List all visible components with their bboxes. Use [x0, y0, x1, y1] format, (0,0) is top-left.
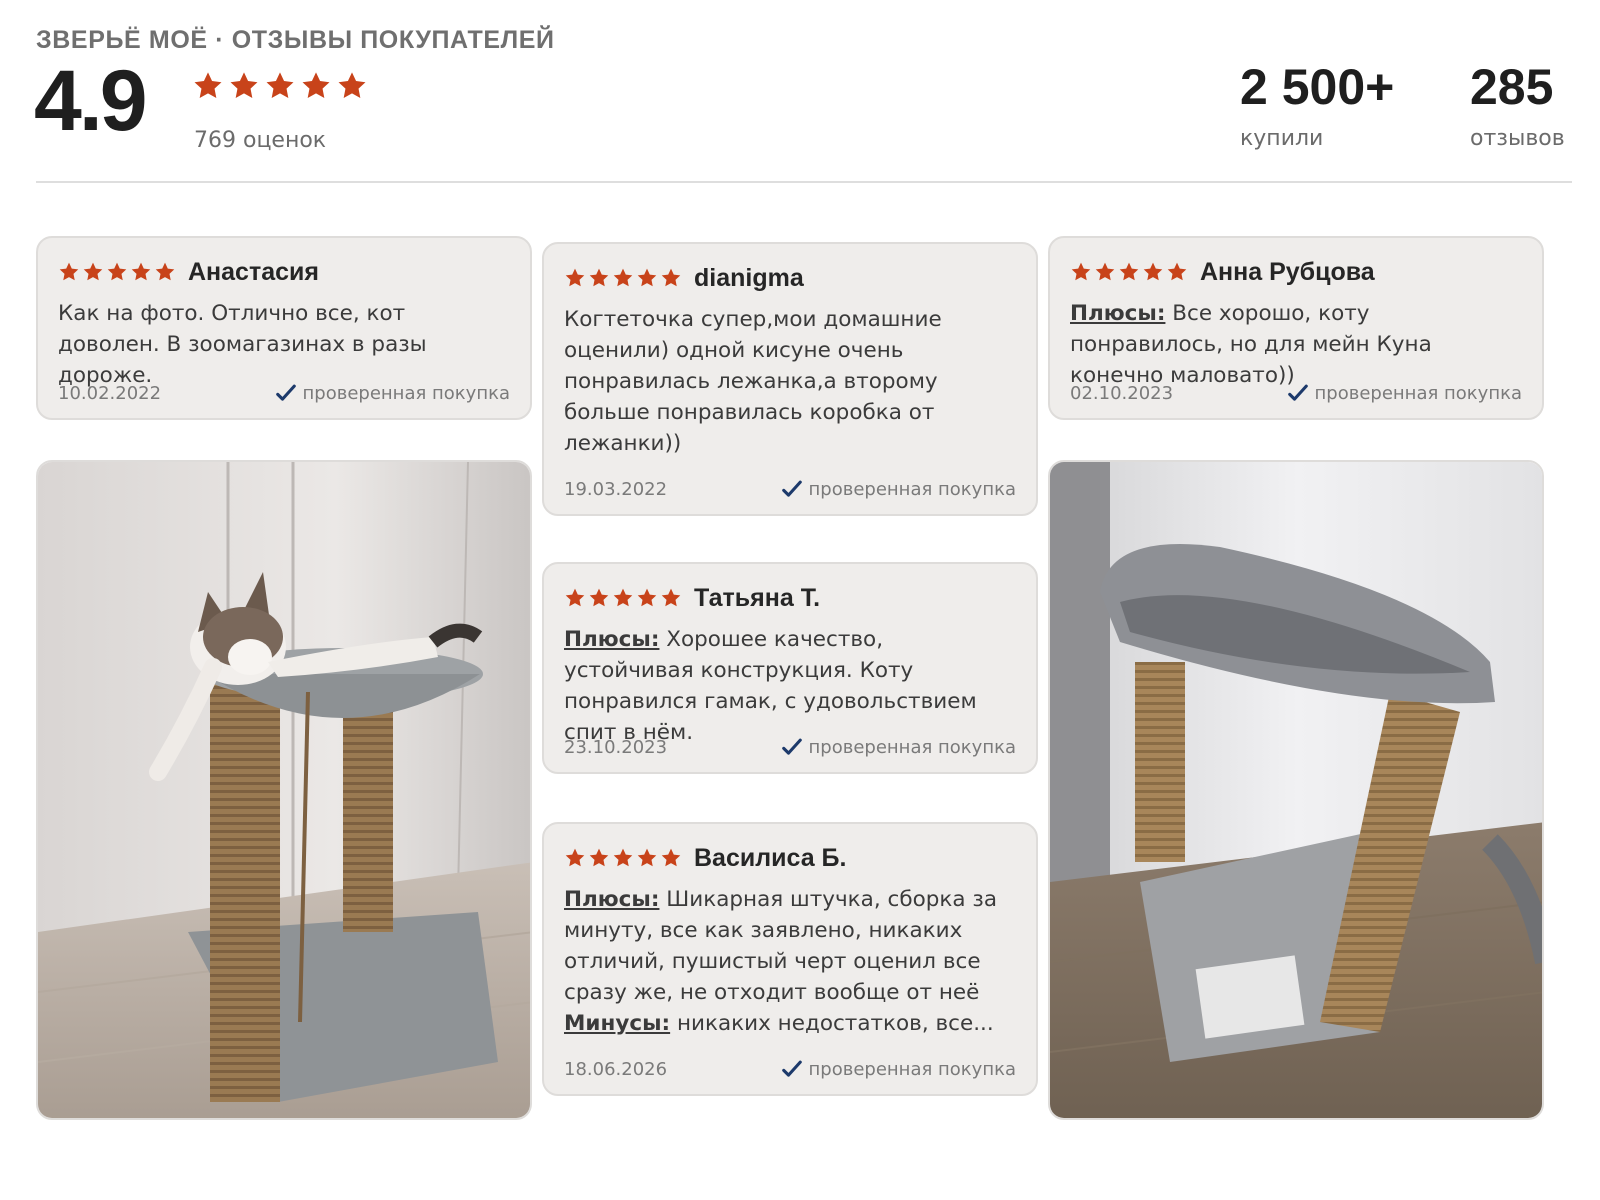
verified-badge: проверенная покупка — [275, 382, 510, 404]
review-stars — [564, 587, 682, 609]
star-icon — [588, 267, 610, 289]
checkmark-icon — [781, 478, 803, 500]
review-photo-empty-cat-hammock[interactable] — [1048, 460, 1544, 1120]
star-icon — [336, 70, 368, 102]
star-icon — [660, 587, 682, 609]
verified-badge: проверенная покупка — [781, 1058, 1016, 1080]
star-icon — [192, 70, 224, 102]
review-stars — [564, 847, 682, 869]
star-icon — [264, 70, 296, 102]
checkmark-icon — [275, 382, 297, 404]
rating-stars — [192, 70, 368, 102]
star-icon — [300, 70, 332, 102]
star-icon — [1166, 261, 1188, 283]
review-date: 02.10.2023 — [1070, 382, 1174, 404]
star-icon — [636, 587, 658, 609]
stat-buyers: 2 500+ купили — [1240, 62, 1394, 151]
star-icon — [660, 267, 682, 289]
star-icon — [82, 261, 104, 283]
stat-reviews: 285 отзывов — [1470, 62, 1565, 151]
pros-label: Плюсы: — [564, 627, 660, 652]
review-text: Как на фото. Отлично все, кот доволен. В… — [58, 301, 427, 388]
review-photo-cat-on-scratching-post[interactable] — [36, 460, 532, 1120]
review-text: Плюсы: Хорошее качество, устойчивая конс… — [564, 624, 1016, 748]
stat-value: 285 — [1470, 59, 1554, 115]
star-icon — [1142, 261, 1164, 283]
star-icon — [130, 261, 152, 283]
star-icon — [612, 267, 634, 289]
verified-badge: проверенная покупка — [1287, 382, 1522, 404]
cat-tree-photo — [38, 462, 530, 1118]
review-stars — [58, 261, 176, 283]
average-rating: 4.9 — [34, 53, 148, 149]
verified-label: проверенная покупка — [808, 1058, 1016, 1080]
rating-count: 769 оценок — [194, 128, 327, 153]
star-icon — [564, 267, 586, 289]
review-author: Василиса Б. — [694, 843, 847, 872]
review-author: Анна Рубцова — [1200, 257, 1375, 286]
star-icon — [154, 261, 176, 283]
stat-label: отзывов — [1470, 126, 1565, 151]
verified-label: проверенная покупка — [302, 382, 510, 404]
review-author: Татьяна Т. — [694, 583, 821, 612]
checkmark-icon — [1287, 382, 1309, 404]
review-stars — [564, 267, 682, 289]
star-icon — [588, 847, 610, 869]
star-icon — [1094, 261, 1116, 283]
verified-label: проверенная покупка — [808, 478, 1016, 500]
star-icon — [636, 267, 658, 289]
cons-text: никаких недостатков, все... — [676, 1011, 994, 1036]
review-date: 19.03.2022 — [564, 478, 668, 500]
verified-badge: проверенная покупка — [781, 478, 1016, 500]
stat-label: купили — [1240, 126, 1324, 151]
review-card[interactable]: Анастасия Как на фото. Отлично все, кот … — [36, 236, 532, 420]
star-icon — [106, 261, 128, 283]
star-icon — [612, 587, 634, 609]
star-icon — [564, 847, 586, 869]
review-text: Плюсы: Все хорошо, коту понравилось, но … — [1070, 298, 1522, 391]
star-icon — [58, 261, 80, 283]
verified-label: проверенная покупка — [808, 736, 1016, 758]
checkmark-icon — [781, 1058, 803, 1080]
star-icon — [588, 587, 610, 609]
review-card[interactable]: dianigma Когтеточка супер,мои домашние о… — [542, 242, 1038, 516]
star-icon — [612, 847, 634, 869]
checkmark-icon — [781, 736, 803, 758]
review-author: dianigma — [694, 263, 804, 292]
review-card[interactable]: Василиса Б. Плюсы: Шикарная штучка, сбор… — [542, 822, 1038, 1096]
review-author: Анастасия — [188, 257, 319, 286]
stat-value: 2 500+ — [1240, 59, 1395, 115]
review-text: Плюсы: Шикарная штучка, сборка за минуту… — [564, 884, 1016, 1039]
pros-label: Плюсы: — [1070, 301, 1166, 326]
star-icon — [660, 847, 682, 869]
review-date: 23.10.2023 — [564, 736, 668, 758]
star-icon — [564, 587, 586, 609]
star-icon — [1070, 261, 1092, 283]
cons-label: Минусы: — [564, 1011, 671, 1036]
header-divider — [36, 181, 1572, 183]
cat-hammock-photo — [1050, 462, 1542, 1118]
pros-label: Плюсы: — [564, 887, 660, 912]
star-icon — [1118, 261, 1140, 283]
review-date: 10.02.2022 — [58, 382, 162, 404]
star-icon — [636, 847, 658, 869]
review-stars — [1070, 261, 1188, 283]
review-card[interactable]: Анна Рубцова Плюсы: Все хорошо, коту пон… — [1048, 236, 1544, 420]
verified-label: проверенная покупка — [1314, 382, 1522, 404]
review-text: Когтеточка супер,мои домашние оценили) о… — [564, 307, 942, 456]
review-card[interactable]: Татьяна Т. Плюсы: Хорошее качество, усто… — [542, 562, 1038, 774]
verified-badge: проверенная покупка — [781, 736, 1016, 758]
star-icon — [228, 70, 260, 102]
brand-title: ЗВЕРЬЁ МОЁ · ОТЗЫВЫ ПОКУПАТЕЛЕЙ — [36, 26, 555, 54]
review-date: 18.06.2026 — [564, 1058, 668, 1080]
